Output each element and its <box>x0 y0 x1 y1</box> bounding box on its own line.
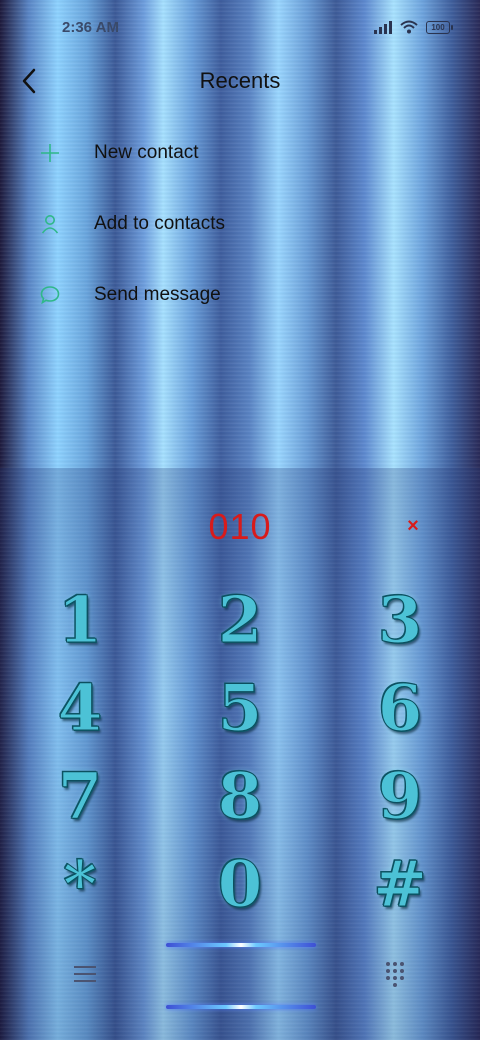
signal-icon <box>374 20 392 34</box>
plus-icon <box>34 137 66 169</box>
dialpad-toggle-icon[interactable] <box>384 962 406 987</box>
key-3[interactable]: 3 <box>345 580 455 660</box>
key-star[interactable]: * <box>25 844 135 924</box>
hamburger-menu-icon[interactable] <box>74 964 96 984</box>
dialed-number: 010 <box>208 506 272 547</box>
status-icons: 100 <box>374 18 453 36</box>
call-button-line-top <box>166 943 316 947</box>
key-2[interactable]: 2 <box>185 580 295 660</box>
key-8[interactable]: 8 <box>185 756 295 836</box>
person-icon <box>34 208 66 240</box>
key-1[interactable]: 1 <box>25 580 135 660</box>
key-9[interactable]: 9 <box>345 756 455 836</box>
add-to-contacts-item[interactable]: Add to contacts <box>34 199 454 249</box>
status-time: 2:36 AM <box>62 19 119 36</box>
wifi-icon <box>400 20 418 34</box>
battery-icon: 100 <box>426 20 453 34</box>
send-message-item[interactable]: Send message <box>34 270 454 320</box>
new-contact-label: New contact <box>94 142 199 163</box>
new-contact-item[interactable]: New contact <box>34 128 454 178</box>
chat-bubble-icon <box>34 279 66 311</box>
key-6[interactable]: 6 <box>345 668 455 748</box>
status-bar: 2:36 AM 100 <box>0 0 480 56</box>
page-title: Recents <box>199 68 281 93</box>
key-hash[interactable]: # <box>345 844 455 924</box>
key-4[interactable]: 4 <box>25 668 135 748</box>
add-to-contacts-label: Add to contacts <box>94 213 225 234</box>
key-0[interactable]: 0 <box>185 844 295 924</box>
send-message-label: Send message <box>94 284 221 305</box>
key-7[interactable]: 7 <box>25 756 135 836</box>
key-5[interactable]: 5 <box>185 668 295 748</box>
home-indicator[interactable] <box>166 1005 316 1009</box>
keypad: 1 2 3 4 5 6 7 8 9 * 0 # <box>0 580 480 930</box>
clear-button[interactable]: × <box>400 513 426 539</box>
